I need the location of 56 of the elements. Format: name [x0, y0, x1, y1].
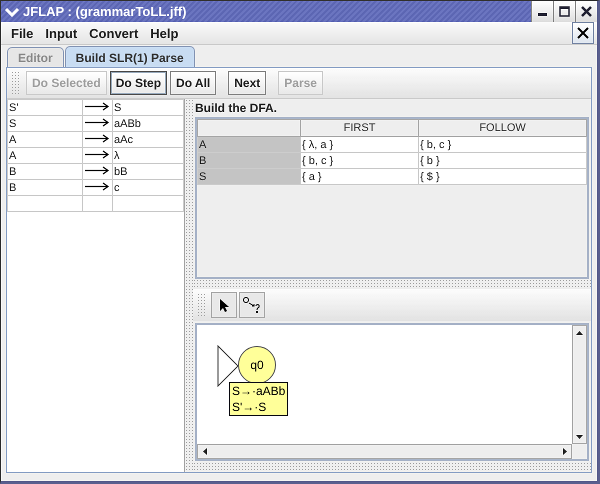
state-label: S→·aABb S'→·S [229, 382, 288, 416]
state-tool-button[interactable] [239, 292, 265, 318]
close-icon [577, 27, 589, 39]
table-cell: S [9, 118, 16, 130]
menu-caret-icon[interactable] [5, 6, 19, 16]
state-arrow-icon [242, 296, 262, 314]
table-cell: B [9, 166, 16, 178]
toolbar-button[interactable]: Next [228, 71, 266, 95]
menu-item[interactable]: Input [39, 26, 84, 40]
table-cell: { b, c } [418, 136, 586, 152]
arrow-icon [84, 118, 110, 126]
table-cell: { a } [300, 168, 419, 184]
table-cell: bB [114, 166, 128, 178]
toolbar-button[interactable]: Do All [170, 71, 216, 95]
table-cell: A [9, 150, 16, 162]
table-cell: S [198, 168, 300, 184]
menu-item[interactable]: File [5, 26, 40, 40]
arrow-icon [84, 134, 110, 142]
toolbar-button[interactable]: Do Step [110, 71, 168, 95]
arrow-icon [84, 102, 110, 110]
close-button[interactable] [572, 22, 594, 44]
table-cell: S [114, 102, 122, 114]
table-cell: { b, c } [300, 152, 419, 168]
menu-item[interactable]: Convert [83, 26, 144, 40]
maximize-button[interactable] [553, 1, 575, 22]
table-cell: A [198, 136, 300, 152]
vertical-scrollbar[interactable] [572, 325, 587, 444]
table-cell: B [9, 182, 16, 194]
table-cell: aABb [114, 118, 141, 130]
close-button[interactable] [575, 1, 597, 22]
horizontal-scrollbar[interactable] [197, 444, 572, 459]
minimize-button[interactable] [531, 1, 553, 22]
table-cell: { $ } [418, 168, 586, 184]
table-cell: c [114, 182, 120, 194]
tab[interactable]: Build SLR(1) Parse [64, 46, 195, 67]
table-cell: A [9, 134, 16, 146]
arrow-icon [84, 166, 110, 174]
close-icon [581, 6, 592, 17]
state-node[interactable]: q0 [238, 346, 276, 384]
table-cell: λ [114, 150, 120, 162]
window-title: JFLAP : (grammarToLL.jff) [22, 4, 188, 19]
column-header: FOLLOW [418, 120, 586, 136]
table-cell: B [198, 152, 300, 168]
column-header: FIRST [300, 120, 419, 136]
menu-item[interactable]: Help [144, 26, 184, 40]
table-cell: aAc [114, 134, 133, 146]
table-cell: { b } [418, 152, 586, 168]
pointer-tool-button[interactable] [211, 292, 237, 318]
table-cell: { λ, a } [300, 136, 419, 152]
instruction-text: Build the DFA. [194, 100, 278, 117]
arrow-icon [84, 150, 110, 158]
cursor-icon [219, 298, 229, 312]
maximize-icon [559, 6, 570, 17]
minimize-icon [538, 13, 547, 16]
table-cell: S' [9, 102, 18, 114]
arrow-icon [84, 182, 110, 190]
